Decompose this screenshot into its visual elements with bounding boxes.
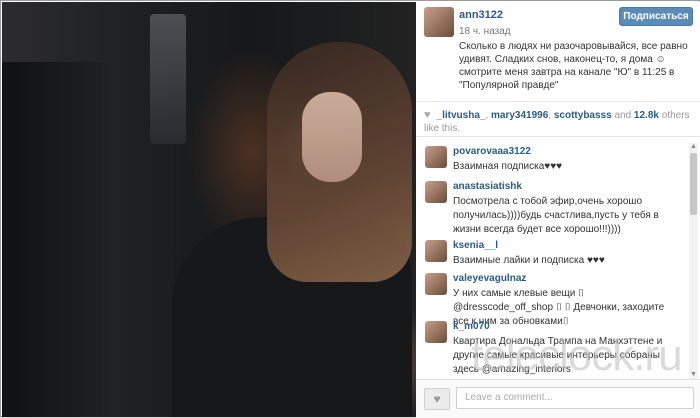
like-user[interactable]: scottybasss: [554, 110, 612, 121]
comment-item: ksenia__l Взаимные лайки и подписка ♥♥♥: [416, 237, 684, 269]
comment-username[interactable]: valeyevagulnaz: [453, 273, 526, 284]
comment-text: Взаимная подписка♥♥♥: [453, 161, 563, 172]
comment-input[interactable]: Leave a comment...: [456, 387, 694, 409]
photo-car-window: [150, 14, 186, 144]
comment-text: Посмотрела с тобой эфир,очень хорошо пол…: [453, 196, 659, 235]
comment-username[interactable]: povarovaaa3122: [453, 146, 531, 157]
likes-summary: ♥ _litvusha_, mary341996, scottybasss and…: [424, 109, 690, 134]
commenter-avatar[interactable]: [425, 181, 447, 203]
follow-button[interactable]: Подписаться: [619, 7, 693, 26]
scroll-up-icon[interactable]: ▲: [689, 143, 698, 151]
author-username[interactable]: ann3122: [459, 9, 503, 21]
photo-person-face: [302, 92, 362, 182]
divider: [416, 136, 700, 137]
watermark: teleclock.ru: [471, 331, 683, 380]
comment-item: valeyevagulnaz У них самые клевые вещи ⌷…: [416, 270, 684, 327]
post-viewer: ann3122 Подписаться 18 ч. назад Сколько …: [0, 0, 700, 418]
author-avatar[interactable]: [424, 7, 454, 37]
like-user[interactable]: _litvusha_: [437, 110, 486, 121]
photo-car-seat: [2, 62, 117, 417]
comment-item: povarovaaa3122 Взаимная подписка♥♥♥: [416, 143, 684, 181]
comment-username[interactable]: ksenia__l: [453, 240, 498, 251]
post-time[interactable]: 18 ч. назад: [459, 26, 511, 37]
likes-more-count[interactable]: 12.8k: [634, 110, 659, 121]
post-caption: Сколько в людях ни разочаровывайся, все …: [459, 41, 688, 91]
commenter-avatar[interactable]: [425, 321, 447, 343]
scrollbar-thumb[interactable]: [690, 153, 697, 215]
like-heart-icon[interactable]: ♥: [424, 388, 450, 410]
post-header: ann3122 Подписаться 18 ч. назад Сколько …: [416, 2, 700, 100]
commenter-avatar[interactable]: [425, 146, 447, 168]
comment-username[interactable]: anastasiatishk: [453, 181, 522, 192]
scroll-down-icon[interactable]: ▼: [689, 371, 698, 379]
post-photo[interactable]: [2, 2, 416, 417]
commenter-avatar[interactable]: [425, 240, 447, 262]
comment-text: Взаимные лайки и подписка ♥♥♥: [453, 255, 605, 266]
divider: [416, 101, 700, 102]
commenter-avatar[interactable]: [425, 273, 447, 295]
comment-bar: ♥ Leave a comment...: [416, 379, 700, 418]
comment-item: anastasiatishk Посмотрела с тобой эфир,о…: [416, 178, 684, 238]
like-user[interactable]: mary341996: [491, 110, 548, 121]
comment-scrollbar[interactable]: ▲ ▼: [689, 143, 698, 379]
heart-icon: ♥: [424, 109, 431, 121]
